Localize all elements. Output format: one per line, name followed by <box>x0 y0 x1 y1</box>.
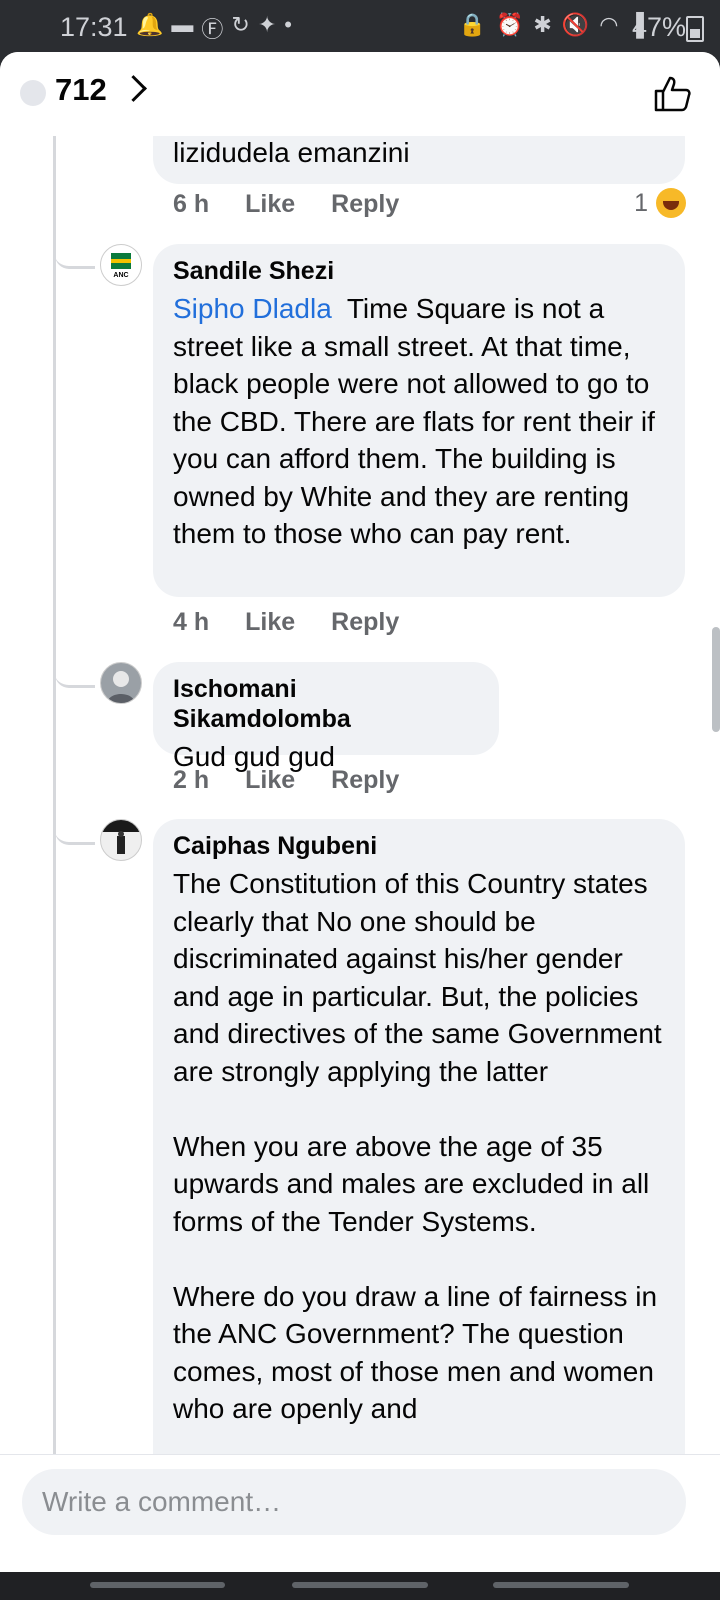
comment-bubble: Sandile Shezi Sipho Dladla Time Square i… <box>153 244 685 597</box>
profile-photo-icon <box>101 820 141 854</box>
comment-body: Time Square is not a street like a small… <box>173 293 655 549</box>
profile-photo-icon <box>101 663 141 703</box>
comment-author[interactable]: Ischomani Sikamdolomba <box>173 674 479 734</box>
reply-button[interactable]: Reply <box>331 766 399 795</box>
wifi-icon: ◠ <box>599 12 619 37</box>
like-button[interactable]: Like <box>245 766 295 795</box>
reaction-icon <box>20 80 46 106</box>
comment-author[interactable]: Caiphas Ngubeni <box>173 831 665 861</box>
thumbs-up-icon[interactable] <box>652 74 692 114</box>
chevron-right-icon[interactable] <box>120 75 147 102</box>
nav-recents-gesture[interactable] <box>493 1582 629 1588</box>
reply-button[interactable]: Reply <box>331 608 399 637</box>
comment-author[interactable]: Sandile Shezi <box>173 256 665 286</box>
battery-percent: 47% <box>631 12 686 42</box>
avatar[interactable]: ANC <box>100 244 142 286</box>
like-button[interactable]: Like <box>245 190 295 219</box>
status-left-icons: 🔔 ▬ Ⓕ ↻ ✦ • <box>136 12 292 44</box>
mention-link[interactable]: Sipho Dladla <box>173 293 332 324</box>
dot-icon: • <box>284 12 292 37</box>
like-button[interactable]: Like <box>245 608 295 637</box>
status-bar: 17:31 🔔 ▬ Ⓕ ↻ ✦ • 🔒 ⏰ ✱ 🔇 ◠ ▐ 47% <box>0 0 720 52</box>
sheet-header: 712 <box>0 52 720 136</box>
comment-time: 2 h <box>173 766 210 794</box>
laugh-emoji-icon <box>656 188 686 218</box>
notification-icon: 🔔 <box>136 12 164 37</box>
comment-time: 4 h <box>173 608 210 636</box>
bluetooth-icon: ✱ <box>533 12 552 37</box>
mute-icon: 🔇 <box>561 12 590 37</box>
alarm-icon: ⏰ <box>495 12 524 37</box>
comment-actions: 4 h Like Reply <box>173 608 435 637</box>
nav-back-gesture[interactable] <box>90 1582 225 1588</box>
reaction-count-label: 1 <box>634 188 648 217</box>
comment-text: The Constitution of this Country states … <box>173 868 662 1424</box>
scrollbar[interactable] <box>712 627 720 732</box>
reply-button[interactable]: Reply <box>331 190 399 219</box>
comment-actions: 2 h Like Reply <box>173 766 435 795</box>
comment-text: Sipho Dladla Time Square is not a street… <box>173 290 665 553</box>
comment-actions: 6 h Like Reply <box>173 190 435 219</box>
comments-sheet: 712 lizidudela emanzini 6 h Like Reply 1… <box>0 52 720 1572</box>
comment-bubble: Ischomani Sikamdolomba Gud gud gud <box>153 662 499 772</box>
lock-icon: 🔒 <box>458 12 486 37</box>
comment-text: lizidudela emanzini <box>173 137 410 168</box>
facebook-icon: Ⓕ <box>201 17 224 42</box>
avatar[interactable] <box>100 819 142 861</box>
system-nav-bar <box>0 1572 720 1600</box>
comment-composer: Write a comment… <box>0 1454 720 1572</box>
message-icon: ▬ <box>171 12 194 37</box>
comment-reaction[interactable]: 1 <box>634 188 686 218</box>
reaction-count[interactable]: 712 <box>55 72 107 108</box>
nav-home-gesture[interactable] <box>292 1582 428 1588</box>
status-right-icons: 🔒 ⏰ ✱ 🔇 ◠ ▐ <box>459 12 644 38</box>
avatar[interactable] <box>100 662 142 704</box>
thread-branch <box>55 671 95 688</box>
anc-logo-icon: ANC <box>111 253 131 279</box>
thread-branch <box>55 252 95 269</box>
comment-input[interactable]: Write a comment… <box>22 1469 686 1535</box>
battery-icon <box>686 16 704 42</box>
comment-time: 6 h <box>173 190 210 218</box>
status-time: 17:31 <box>60 12 128 42</box>
twitter-icon: ✦ <box>257 12 277 37</box>
thread-branch <box>55 828 95 845</box>
svg-text:ANC: ANC <box>113 272 128 279</box>
sync-icon: ↻ <box>231 12 250 37</box>
